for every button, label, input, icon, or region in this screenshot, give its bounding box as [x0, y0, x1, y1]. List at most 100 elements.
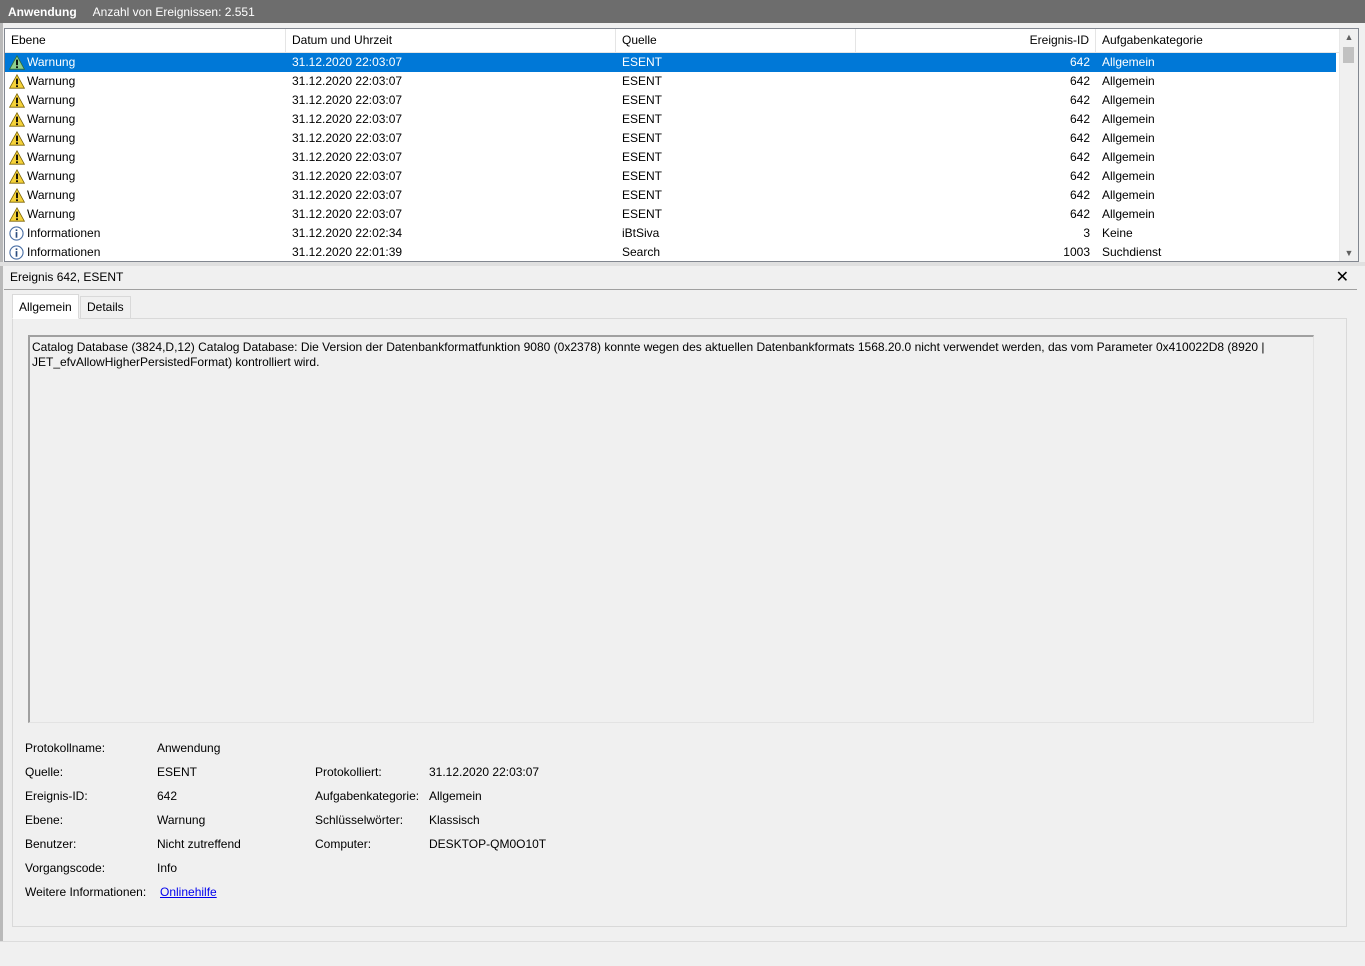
info-icon [9, 245, 25, 260]
table-row[interactable]: Informationen 31.12.2020 22:02:34 iBtSiva 3… [5, 224, 1336, 243]
warning-icon [8, 187, 26, 203]
cell-event-id: 3 [1083, 226, 1090, 240]
table-row[interactable]: Warnung 31.12.2020 22:03:07 ESENT 642 Allgem… [5, 205, 1336, 224]
cell-level: Warnung [27, 169, 76, 183]
table-row[interactable]: Warnung 31.12.2020 22:03:07 ESENT 642 Allgem… [5, 148, 1336, 167]
opcode-value: Info [157, 861, 178, 875]
column-header-category[interactable]: Aufgabenkategorie [1096, 29, 1340, 52]
table-row[interactable]: Warnung 31.12.2020 22:03:07 ESENT 642 Allgem… [5, 167, 1336, 186]
cell-level: Warnung [27, 74, 76, 88]
cell-datetime: 31.12.2020 22:03:07 [292, 188, 403, 202]
warning-icon [8, 111, 26, 127]
logged-value: 31.12.2020 22:03:07 [429, 765, 540, 779]
cell-source: ESENT [622, 207, 663, 221]
column-header-level[interactable]: Ebene [5, 29, 286, 52]
status-bar [0, 941, 1365, 966]
column-header-source[interactable]: Quelle [616, 29, 856, 52]
cell-event-id: 642 [1069, 188, 1090, 202]
computer-value: DESKTOP-QM0O10T [429, 837, 547, 851]
scroll-up-icon[interactable]: ▲ [1340, 29, 1358, 45]
cell-source: ESENT [622, 93, 663, 107]
cell-datetime: 31.12.2020 22:03:07 [292, 93, 403, 107]
moreinfo-label: Weitere Informationen: [25, 885, 147, 899]
column-header-event-id[interactable]: Ereignis-ID [856, 29, 1096, 52]
scroll-thumb[interactable] [1343, 47, 1354, 63]
cell-datetime: 31.12.2020 22:03:07 [292, 55, 403, 69]
general-panel: Catalog Database (3824,D,12) Catalog Dat… [12, 318, 1347, 927]
tab-allgemein[interactable]: Allgemein [12, 294, 79, 319]
category-label: Aufgabenkategorie: [315, 789, 420, 803]
cell-event-id: 642 [1069, 169, 1090, 183]
cell-level: Warnung [27, 131, 76, 145]
cell-event-id: 642 [1069, 207, 1090, 221]
vertical-scrollbar[interactable]: ▲ ▼ [1339, 29, 1358, 261]
scroll-down-icon[interactable]: ▼ [1340, 245, 1358, 261]
table-row[interactable]: Warnung 31.12.2020 22:03:07 ESENT 642 Allgem… [5, 91, 1336, 110]
keywords-value: Klassisch [429, 813, 480, 827]
cell-event-id: 642 [1069, 131, 1090, 145]
table-row[interactable]: Warnung 31.12.2020 22:03:07 ESENT 642 Allgem… [5, 186, 1336, 205]
info-icon [9, 226, 25, 241]
level-label: Ebene: [25, 813, 64, 827]
cell-source: ESENT [622, 74, 663, 88]
cell-level: Warnung [27, 188, 76, 202]
cell-event-id: 642 [1069, 150, 1090, 164]
cell-category: Allgemein [1102, 207, 1155, 221]
detail-title: Ereignis 642, ESENT [10, 270, 124, 284]
cell-datetime: 31.12.2020 22:03:07 [292, 207, 403, 221]
cell-event-id: 642 [1069, 112, 1090, 126]
table-row[interactable]: Warnung 31.12.2020 22:03:07 ESENT 642 Allgem… [5, 72, 1336, 91]
cell-level: Informationen [27, 245, 101, 259]
warning-icon [8, 54, 26, 70]
opcode-label: Vorgangscode: [25, 861, 106, 875]
event-count: Anzahl von Ereignissen: 2.551 [92, 4, 255, 19]
cell-category: Allgemein [1102, 74, 1155, 88]
cell-datetime: 31.12.2020 22:01:39 [292, 245, 403, 259]
cell-category: Allgemein [1102, 93, 1155, 107]
close-icon[interactable]: ✕ [1336, 267, 1349, 287]
user-label: Benutzer: [25, 837, 77, 851]
table-row[interactable]: Informationen 31.12.2020 22:01:39 Search 10… [5, 243, 1336, 261]
cell-event-id: 642 [1069, 93, 1090, 107]
cell-level: Warnung [27, 55, 76, 69]
logged-label: Protokolliert: [315, 765, 382, 779]
cell-event-id: 642 [1069, 74, 1090, 88]
cell-category: Allgemein [1102, 55, 1155, 69]
cell-category: Allgemein [1102, 169, 1155, 183]
source-value: ESENT [157, 765, 198, 779]
cell-level: Warnung [27, 207, 76, 221]
warning-icon [8, 149, 26, 165]
online-help-link[interactable]: Onlinehilfe [160, 885, 217, 899]
user-value: Nicht zutreffend [157, 837, 241, 851]
table-row[interactable]: Warnung 31.12.2020 22:03:07 ESENT 642 Allgem… [5, 53, 1336, 72]
cell-source: ESENT [622, 150, 663, 164]
cell-datetime: 31.12.2020 22:02:34 [292, 226, 403, 240]
eventid-label: Ereignis-ID: [25, 789, 88, 803]
event-list[interactable]: Ebene Datum und Uhrzeit Quelle Ereignis-… [4, 28, 1359, 262]
cell-level: Warnung [27, 150, 76, 164]
cell-datetime: 31.12.2020 22:03:07 [292, 131, 403, 145]
table-row[interactable]: Warnung 31.12.2020 22:03:07 ESENT 642 Allgem… [5, 129, 1336, 148]
logname-label: Protokollname: [25, 741, 106, 755]
frame-border [0, 23, 3, 941]
level-value: Warnung [157, 813, 206, 827]
event-description[interactable]: Catalog Database (3824,D,12) Catalog Dat… [28, 335, 1314, 723]
cell-level: Informationen [27, 226, 101, 240]
cell-category: Allgemein [1102, 150, 1155, 164]
cell-category: Allgemein [1102, 112, 1155, 126]
cell-source: ESENT [622, 55, 663, 69]
cell-category: Suchdienst [1102, 245, 1162, 259]
cell-source: Search [622, 245, 661, 259]
title-bar: Anwendung Anzahl von Ereignissen: 2.551 [0, 0, 1365, 23]
table-row[interactable]: Warnung 31.12.2020 22:03:07 ESENT 642 Allgem… [5, 110, 1336, 129]
keywords-label: Schlüsselwörter: [315, 813, 404, 827]
logname-value: Anwendung [157, 741, 221, 755]
column-header-datetime[interactable]: Datum und Uhrzeit [286, 29, 616, 52]
cell-event-id: 642 [1069, 55, 1090, 69]
cell-event-id: 1003 [1063, 245, 1090, 259]
column-header: Ebene Datum und Uhrzeit Quelle Ereignis-… [5, 29, 1340, 53]
log-name: Anwendung [8, 4, 77, 19]
cell-source: ESENT [622, 169, 663, 183]
tab-details[interactable]: Details [80, 296, 131, 319]
cell-datetime: 31.12.2020 22:03:07 [292, 74, 403, 88]
